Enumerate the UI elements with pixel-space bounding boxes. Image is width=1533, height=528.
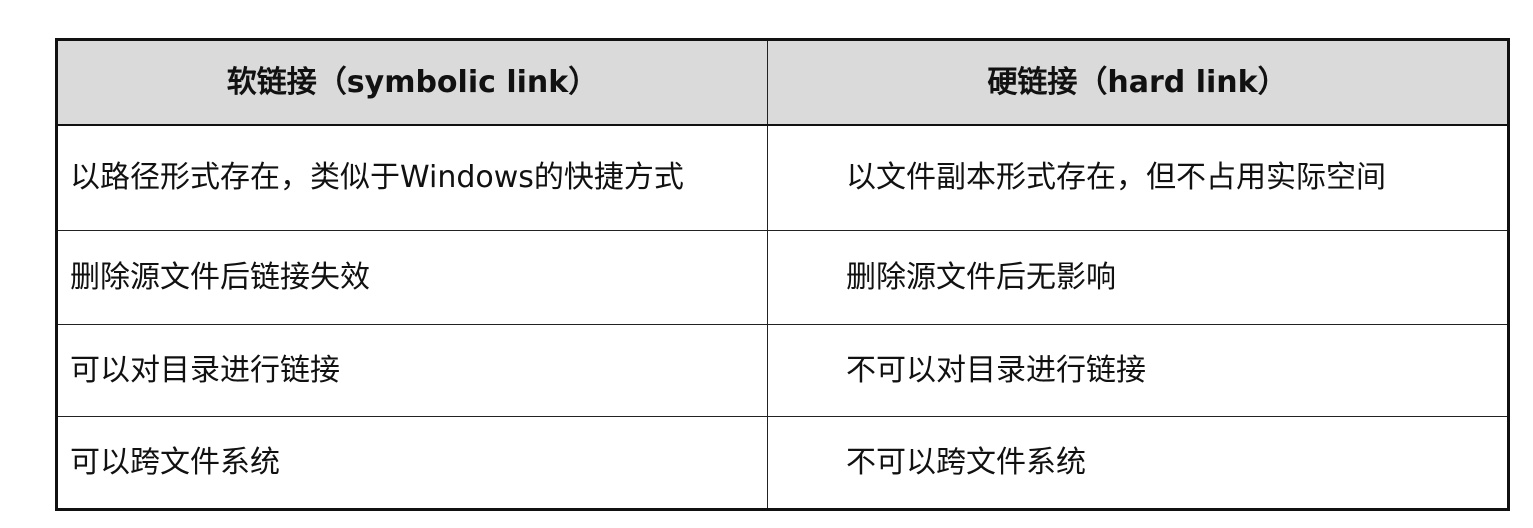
table-row: 可以对目录进行链接 不可以对目录进行链接 — [56, 324, 1509, 417]
header-symbolic-link: 软链接（symbolic link） — [56, 39, 768, 126]
table-body: 以路径形式存在，类似于Windows的快捷方式 以文件副本形式存在，但不占用实际… — [56, 124, 1509, 510]
header-hard-link: 硬链接（hard link） — [767, 39, 1509, 126]
symbolic-link-cell: 可以对目录进行链接 — [56, 324, 768, 417]
table-row: 以路径形式存在，类似于Windows的快捷方式 以文件副本形式存在，但不占用实际… — [56, 124, 1509, 231]
table-row: 删除源文件后链接失效 删除源文件后无影响 — [56, 230, 1509, 325]
symbolic-link-cell: 删除源文件后链接失效 — [56, 230, 768, 325]
hard-link-cell: 删除源文件后无影响 — [767, 230, 1509, 325]
hard-link-cell: 以文件副本形式存在，但不占用实际空间 — [767, 124, 1509, 231]
comparison-table: 软链接（symbolic link） 硬链接（hard link） 以路径形式存… — [55, 38, 1510, 511]
hard-link-cell: 不可以对目录进行链接 — [767, 324, 1509, 417]
hard-link-cell: 不可以跨文件系统 — [767, 416, 1509, 510]
symbolic-link-cell: 以路径形式存在，类似于Windows的快捷方式 — [56, 124, 768, 231]
header-row: 软链接（symbolic link） 硬链接（hard link） — [56, 39, 1509, 126]
symbolic-link-cell: 可以跨文件系统 — [56, 416, 768, 510]
table-row: 可以跨文件系统 不可以跨文件系统 — [56, 416, 1509, 510]
table-header: 软链接（symbolic link） 硬链接（hard link） — [56, 39, 1509, 126]
